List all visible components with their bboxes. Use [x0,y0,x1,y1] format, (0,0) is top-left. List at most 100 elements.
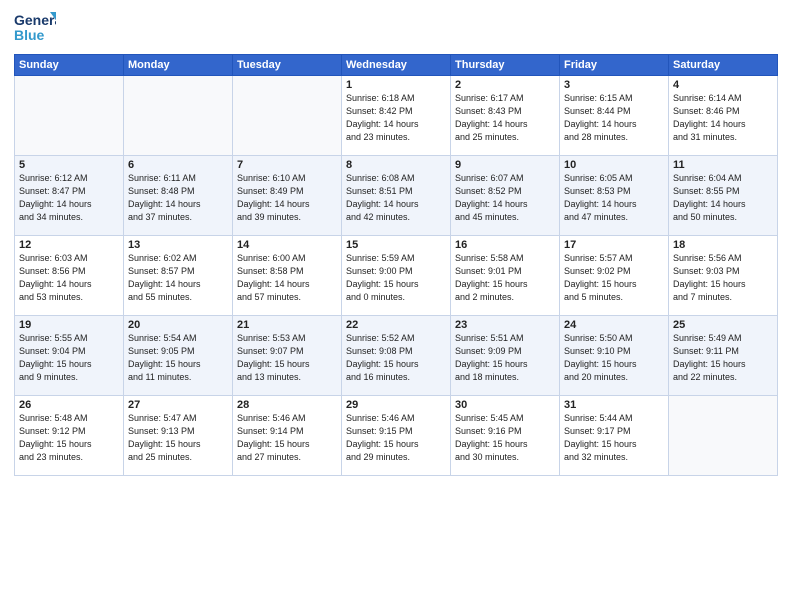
calendar-cell: 31Sunrise: 5:44 AM Sunset: 9:17 PM Dayli… [560,396,669,476]
cell-content: Sunrise: 6:17 AM Sunset: 8:43 PM Dayligh… [455,92,555,144]
day-number: 17 [564,239,664,251]
cell-content: Sunrise: 6:18 AM Sunset: 8:42 PM Dayligh… [346,92,446,144]
day-number: 7 [237,159,337,171]
calendar-cell: 1Sunrise: 6:18 AM Sunset: 8:42 PM Daylig… [342,76,451,156]
cell-content: Sunrise: 5:59 AM Sunset: 9:00 PM Dayligh… [346,252,446,304]
week-row-2: 5Sunrise: 6:12 AM Sunset: 8:47 PM Daylig… [15,156,778,236]
logo: General Blue [14,10,56,46]
day-number: 29 [346,399,446,411]
day-number: 30 [455,399,555,411]
cell-content: Sunrise: 6:03 AM Sunset: 8:56 PM Dayligh… [19,252,119,304]
cell-content: Sunrise: 5:49 AM Sunset: 9:11 PM Dayligh… [673,332,773,384]
calendar-cell: 4Sunrise: 6:14 AM Sunset: 8:46 PM Daylig… [669,76,778,156]
cell-content: Sunrise: 5:50 AM Sunset: 9:10 PM Dayligh… [564,332,664,384]
day-header-monday: Monday [124,55,233,76]
calendar-cell: 21Sunrise: 5:53 AM Sunset: 9:07 PM Dayli… [233,316,342,396]
calendar-cell: 13Sunrise: 6:02 AM Sunset: 8:57 PM Dayli… [124,236,233,316]
day-header-saturday: Saturday [669,55,778,76]
week-row-4: 19Sunrise: 5:55 AM Sunset: 9:04 PM Dayli… [15,316,778,396]
cell-content: Sunrise: 5:46 AM Sunset: 9:14 PM Dayligh… [237,412,337,464]
calendar-cell: 26Sunrise: 5:48 AM Sunset: 9:12 PM Dayli… [15,396,124,476]
day-number: 20 [128,319,228,331]
calendar-table: SundayMondayTuesdayWednesdayThursdayFrid… [14,54,778,476]
day-number: 4 [673,79,773,91]
svg-text:Blue: Blue [14,27,45,43]
svg-text:General: General [14,12,56,28]
calendar-cell [124,76,233,156]
cell-content: Sunrise: 6:05 AM Sunset: 8:53 PM Dayligh… [564,172,664,224]
week-row-3: 12Sunrise: 6:03 AM Sunset: 8:56 PM Dayli… [15,236,778,316]
calendar-cell [233,76,342,156]
day-header-tuesday: Tuesday [233,55,342,76]
day-header-sunday: Sunday [15,55,124,76]
calendar-cell: 14Sunrise: 6:00 AM Sunset: 8:58 PM Dayli… [233,236,342,316]
calendar-cell: 25Sunrise: 5:49 AM Sunset: 9:11 PM Dayli… [669,316,778,396]
day-number: 23 [455,319,555,331]
calendar-cell: 17Sunrise: 5:57 AM Sunset: 9:02 PM Dayli… [560,236,669,316]
day-number: 31 [564,399,664,411]
cell-content: Sunrise: 5:48 AM Sunset: 9:12 PM Dayligh… [19,412,119,464]
day-number: 22 [346,319,446,331]
cell-content: Sunrise: 5:44 AM Sunset: 9:17 PM Dayligh… [564,412,664,464]
calendar-cell: 9Sunrise: 6:07 AM Sunset: 8:52 PM Daylig… [451,156,560,236]
cell-content: Sunrise: 5:46 AM Sunset: 9:15 PM Dayligh… [346,412,446,464]
logo-svg: General Blue [14,10,56,46]
cell-content: Sunrise: 5:58 AM Sunset: 9:01 PM Dayligh… [455,252,555,304]
calendar-cell: 23Sunrise: 5:51 AM Sunset: 9:09 PM Dayli… [451,316,560,396]
day-number: 14 [237,239,337,251]
cell-content: Sunrise: 6:10 AM Sunset: 8:49 PM Dayligh… [237,172,337,224]
day-number: 15 [346,239,446,251]
cell-content: Sunrise: 6:08 AM Sunset: 8:51 PM Dayligh… [346,172,446,224]
day-number: 6 [128,159,228,171]
calendar-cell: 6Sunrise: 6:11 AM Sunset: 8:48 PM Daylig… [124,156,233,236]
calendar-cell: 7Sunrise: 6:10 AM Sunset: 8:49 PM Daylig… [233,156,342,236]
calendar-cell: 24Sunrise: 5:50 AM Sunset: 9:10 PM Dayli… [560,316,669,396]
cell-content: Sunrise: 6:12 AM Sunset: 8:47 PM Dayligh… [19,172,119,224]
calendar-cell: 29Sunrise: 5:46 AM Sunset: 9:15 PM Dayli… [342,396,451,476]
day-number: 12 [19,239,119,251]
day-number: 13 [128,239,228,251]
calendar-cell: 2Sunrise: 6:17 AM Sunset: 8:43 PM Daylig… [451,76,560,156]
calendar-cell [669,396,778,476]
calendar-cell: 18Sunrise: 5:56 AM Sunset: 9:03 PM Dayli… [669,236,778,316]
cell-content: Sunrise: 5:45 AM Sunset: 9:16 PM Dayligh… [455,412,555,464]
calendar-cell: 20Sunrise: 5:54 AM Sunset: 9:05 PM Dayli… [124,316,233,396]
day-header-friday: Friday [560,55,669,76]
cell-content: Sunrise: 6:07 AM Sunset: 8:52 PM Dayligh… [455,172,555,224]
calendar-cell: 8Sunrise: 6:08 AM Sunset: 8:51 PM Daylig… [342,156,451,236]
day-number: 3 [564,79,664,91]
day-number: 28 [237,399,337,411]
cell-content: Sunrise: 5:57 AM Sunset: 9:02 PM Dayligh… [564,252,664,304]
calendar-cell: 10Sunrise: 6:05 AM Sunset: 8:53 PM Dayli… [560,156,669,236]
cell-content: Sunrise: 6:04 AM Sunset: 8:55 PM Dayligh… [673,172,773,224]
day-number: 5 [19,159,119,171]
cell-content: Sunrise: 6:02 AM Sunset: 8:57 PM Dayligh… [128,252,228,304]
cell-content: Sunrise: 6:15 AM Sunset: 8:44 PM Dayligh… [564,92,664,144]
calendar-cell: 19Sunrise: 5:55 AM Sunset: 9:04 PM Dayli… [15,316,124,396]
day-number: 18 [673,239,773,251]
cell-content: Sunrise: 5:56 AM Sunset: 9:03 PM Dayligh… [673,252,773,304]
calendar-cell: 27Sunrise: 5:47 AM Sunset: 9:13 PM Dayli… [124,396,233,476]
calendar-cell: 12Sunrise: 6:03 AM Sunset: 8:56 PM Dayli… [15,236,124,316]
page: General Blue SundayMondayTuesdayWednesda… [0,0,792,612]
day-number: 25 [673,319,773,331]
header-row: SundayMondayTuesdayWednesdayThursdayFrid… [15,55,778,76]
day-header-thursday: Thursday [451,55,560,76]
week-row-5: 26Sunrise: 5:48 AM Sunset: 9:12 PM Dayli… [15,396,778,476]
calendar-cell: 5Sunrise: 6:12 AM Sunset: 8:47 PM Daylig… [15,156,124,236]
day-number: 9 [455,159,555,171]
day-number: 21 [237,319,337,331]
cell-content: Sunrise: 5:47 AM Sunset: 9:13 PM Dayligh… [128,412,228,464]
calendar-cell: 30Sunrise: 5:45 AM Sunset: 9:16 PM Dayli… [451,396,560,476]
day-number: 19 [19,319,119,331]
day-number: 2 [455,79,555,91]
day-number: 26 [19,399,119,411]
day-number: 27 [128,399,228,411]
day-number: 16 [455,239,555,251]
calendar-cell: 28Sunrise: 5:46 AM Sunset: 9:14 PM Dayli… [233,396,342,476]
day-number: 10 [564,159,664,171]
day-number: 11 [673,159,773,171]
cell-content: Sunrise: 5:52 AM Sunset: 9:08 PM Dayligh… [346,332,446,384]
cell-content: Sunrise: 5:55 AM Sunset: 9:04 PM Dayligh… [19,332,119,384]
cell-content: Sunrise: 5:54 AM Sunset: 9:05 PM Dayligh… [128,332,228,384]
